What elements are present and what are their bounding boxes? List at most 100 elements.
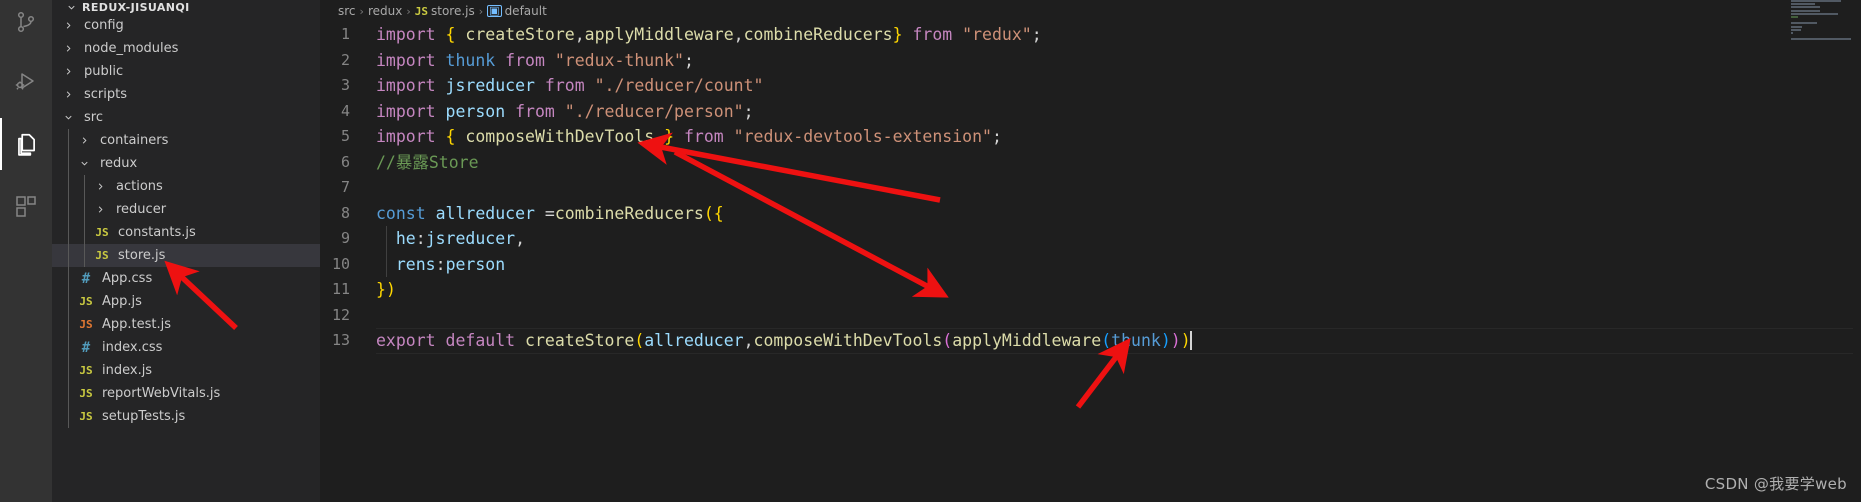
code-indent-guide [386,251,387,277]
text-cursor [1189,331,1192,350]
breadcrumb-item-default[interactable]: default [505,4,547,18]
code-line-6[interactable]: 6 //暴露Store [320,150,1861,176]
activity-bar [0,0,52,502]
line-number: 2 [340,50,350,69]
code-line-13[interactable]: 13 export default createStore(allreducer,… [320,328,1861,354]
indent-guide [84,221,85,244]
code-line-1[interactable]: 1 import { createStore,applyMiddleware,co… [320,22,1861,48]
minimap-line [1791,0,1842,2]
symbol-variable-icon: ▣ [487,4,502,17]
chevron-right-icon[interactable] [60,20,76,31]
code-editor-content[interactable]: 1 import { createStore,applyMiddleware,co… [320,22,1861,354]
tree-row-public[interactable]: public [52,60,320,83]
files-icon [13,131,39,157]
breadcrumb-item-redux[interactable]: redux [368,4,402,18]
tree-row-src[interactable]: src [52,106,320,129]
tree-item-label: scripts [84,87,127,102]
chevron-down-icon[interactable] [76,158,92,169]
js-file-icon: JS [95,226,109,239]
breadcrumb-item-src[interactable]: src [338,4,356,18]
code-line-9[interactable]: 9 he:jsreducer, [320,226,1861,252]
chevron-right-icon[interactable] [76,135,92,146]
js-file-icon: JS [79,387,93,400]
js-file-icon: JS [79,364,93,377]
tree-row-setuptests-js[interactable]: JS setupTests.js [52,405,320,428]
explorer-root-label: REDUX-JISUANQI [82,0,190,14]
js-test-file-icon: JS [79,318,93,331]
breadcrumb-separator: › [478,4,484,18]
tree-item-label: constants.js [118,225,196,240]
tree-row-redux[interactable]: redux [52,152,320,175]
minimap-line [1791,3,1815,6]
indent-guide [68,359,69,382]
tree-row-scripts[interactable]: scripts [52,83,320,106]
tree-row-app-js[interactable]: JS App.js [52,290,320,313]
indent-guide [68,152,69,175]
code-line-8[interactable]: 8 const allreducer =combineReducers({ [320,201,1861,227]
code-line-2[interactable]: 2 import thunk from "redux-thunk"; [320,48,1861,74]
tree-item-label: containers [100,133,169,148]
minimap-line [1791,31,1793,34]
breadcrumb-separator: › [359,4,364,18]
tree-item-label: src [84,110,103,125]
code-line-3[interactable]: 3 import jsreducer from "./reducer/count" [320,73,1861,99]
tree-row-reportwebvitals-js[interactable]: JS reportWebVitals.js [52,382,320,405]
indent-guide [68,336,69,359]
code-line-11[interactable]: 11}) [320,277,1861,303]
activity-item-extensions[interactable] [0,180,52,232]
tree-row-index-js[interactable]: JS index.js [52,359,320,382]
indent-guide [68,221,69,244]
code-line-text: import jsreducer from "./reducer/count" [376,76,764,95]
tree-row-store-js[interactable]: JS store.js [52,244,320,267]
breadcrumb-separator: › [406,4,411,18]
line-number: 13 [331,331,350,349]
indent-guide [68,175,69,198]
breadcrumb-item-store-js[interactable]: store.js [431,4,475,18]
line-number: 6 [340,152,350,171]
tree-row-constants-js[interactable]: JS constants.js [52,221,320,244]
code-line-12[interactable]: 12 [320,303,1861,329]
activity-item-source-control[interactable] [0,0,52,48]
chevron-right-icon[interactable] [92,204,108,215]
minimap[interactable] [1791,0,1853,502]
line-number: 9 [340,229,350,247]
line-number: 12 [331,305,350,324]
indent-guide [84,198,85,221]
chevron-down-icon[interactable] [60,112,76,123]
tree-row-node_modules[interactable]: node_modules [52,37,320,60]
chevron-right-icon[interactable] [92,181,108,192]
tree-row-index-css[interactable]: # index.css [52,336,320,359]
code-line-7[interactable]: 7 [320,175,1861,201]
tree-row-actions[interactable]: actions [52,175,320,198]
tree-row-containers[interactable]: containers [52,129,320,152]
minimap-line [1791,38,1851,41]
line-number: 11 [331,280,350,298]
activity-item-explorer[interactable] [0,118,52,170]
breadcrumb: src › redux › JS store.js › ▣ default [320,0,1861,22]
chevron-right-icon[interactable] [60,89,76,100]
js-file-icon: JS [95,249,109,262]
tree-item-label: App.js [102,294,142,309]
code-line-10[interactable]: 10 rens:person [320,251,1861,277]
chevron-right-icon[interactable] [60,43,76,54]
tree-item-label: reducer [116,202,167,217]
explorer-root-row[interactable]: REDUX-JISUANQI [52,0,320,14]
tree-item-label: reportWebVitals.js [102,386,221,401]
tree-item-label: index.css [102,340,163,355]
indent-guide [68,198,69,221]
tree-row-config[interactable]: config [52,14,320,37]
js-file-icon: JS [79,295,93,308]
overview-ruler[interactable] [1853,0,1861,502]
indent-guide [68,313,69,336]
chevron-right-icon[interactable] [60,66,76,77]
tree-row-app-test-js[interactable]: JS App.test.js [52,313,320,336]
activity-item-run-and-debug[interactable] [0,56,52,108]
tree-row-app-css[interactable]: # App.css [52,267,320,290]
css-file-icon: # [81,270,91,287]
code-line-4[interactable]: 4 import person from "./reducer/person"; [320,99,1861,125]
tree-row-reducer[interactable]: reducer [52,198,320,221]
indent-guide [68,267,69,290]
chevron-down-icon [66,2,77,13]
code-line-5[interactable]: 5 import { composeWithDevTools } from "re… [320,124,1861,150]
tree-item-label: config [84,18,124,33]
